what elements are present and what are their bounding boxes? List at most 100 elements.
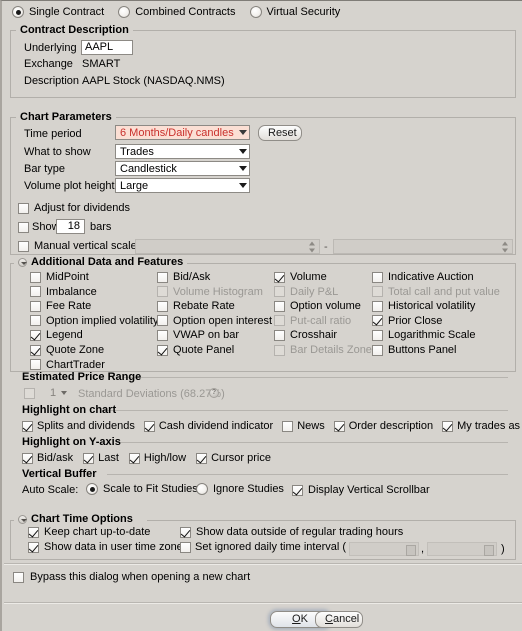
- feature-checkbox[interactable]: Rebate Rate: [157, 300, 235, 312]
- display-vertical-scrollbar-label: Display Vertical Scrollbar: [308, 484, 430, 496]
- exchange-value: SMART: [82, 58, 121, 70]
- highlight-on-yaxis-items: Bid/ask Last High/low Cursor price: [22, 452, 271, 464]
- time-picker-icon: [406, 545, 416, 556]
- underlying-input[interactable]: AAPL: [81, 40, 133, 55]
- feature-checkbox[interactable]: MidPoint: [30, 271, 89, 283]
- reset-button[interactable]: Reset: [258, 125, 302, 141]
- feature-checkbox[interactable]: Fee Rate: [30, 300, 91, 312]
- time-period-combo[interactable]: 6 Months/Daily candles: [115, 125, 250, 140]
- chart-parameters-rule-right: [109, 117, 516, 118]
- contract-description-title: Contract Description: [16, 24, 133, 36]
- feature-checkbox[interactable]: Legend: [30, 329, 83, 341]
- radio-scale-to-fit-studies[interactable]: Scale to Fit Studies: [86, 483, 198, 495]
- radio-virtual-security[interactable]: Virtual Security: [249, 6, 341, 18]
- chart-parameters-title: Chart Parameters: [16, 111, 116, 123]
- what-to-show-combo[interactable]: Trades: [115, 144, 250, 159]
- collapse-icon[interactable]: [18, 514, 27, 524]
- highlight-checkbox-label: My trades as: [457, 420, 521, 432]
- radio-ignore-studies-indicator: [196, 483, 208, 495]
- feature-checkbox[interactable]: Logarithmic Scale: [372, 329, 475, 341]
- highlight-checkbox[interactable]: My trades as: [442, 420, 520, 432]
- highlight-checkbox[interactable]: Cursor price: [196, 452, 271, 464]
- exchange-label: Exchange: [24, 58, 73, 70]
- highlight-checkbox[interactable]: Bid/ask: [22, 452, 73, 464]
- feature-checkbox[interactable]: Imbalance: [30, 286, 97, 298]
- radio-combined-contracts[interactable]: Combined Contracts: [118, 6, 236, 18]
- feature-checkbox-box: [30, 344, 41, 356]
- adjust-for-dividends-checkbox[interactable]: Adjust for dividends: [18, 202, 130, 214]
- feature-checkbox[interactable]: Indicative Auction: [372, 271, 474, 283]
- chart-time-options-title: Chart Time Options: [31, 513, 133, 525]
- feature-checkbox-box: [372, 300, 383, 312]
- highlight-checkbox[interactable]: Last: [83, 452, 119, 464]
- feature-checkbox[interactable]: Crosshair: [274, 329, 337, 341]
- feature-checkbox-box: [274, 315, 285, 327]
- bypass-dialog-label: Bypass this dialog when opening a new ch…: [30, 571, 251, 583]
- ignored-interval-start-input[interactable]: [349, 542, 419, 556]
- radio-virtual-security-label: Virtual Security: [266, 6, 341, 18]
- feature-checkbox[interactable]: Bid/Ask: [157, 271, 210, 283]
- radio-ignore-studies[interactable]: Ignore Studies: [196, 483, 284, 495]
- help-icon[interactable]: [209, 388, 219, 398]
- feature-checkbox[interactable]: VWAP on bar: [157, 329, 239, 341]
- adjust-for-dividends-label: Adjust for dividends: [34, 202, 130, 214]
- manual-vertical-scale-box: [18, 240, 29, 252]
- feature-checkbox[interactable]: ChartTrader: [30, 359, 105, 371]
- bars-count-input[interactable]: 18: [56, 219, 85, 234]
- feature-checkbox[interactable]: Option open interest: [157, 315, 272, 327]
- radio-single-contract-indicator: [12, 6, 24, 18]
- estimated-price-range-checkbox[interactable]: [24, 388, 35, 399]
- bypass-dialog-checkbox[interactable]: Bypass this dialog when opening a new ch…: [13, 571, 250, 583]
- feature-checkbox: Bar Details Zone: [274, 344, 372, 356]
- highlight-checkbox[interactable]: High/low: [128, 452, 186, 464]
- manual-scale-max-spinner[interactable]: [333, 239, 513, 254]
- radio-single-contract[interactable]: Single Contract: [12, 6, 104, 18]
- ignored-interval-end-input[interactable]: [427, 542, 497, 556]
- keep-chart-up-to-date-box: [28, 526, 39, 538]
- show-bars-checkbox[interactable]: Show: [18, 221, 60, 233]
- feature-checkbox[interactable]: Quote Panel: [157, 344, 234, 356]
- show-user-time-zone-box: [28, 541, 39, 553]
- feature-checkbox[interactable]: Option implied volatility: [30, 315, 159, 327]
- highlight-checkbox[interactable]: Order description: [333, 420, 433, 432]
- feature-checkbox[interactable]: Quote Zone: [30, 344, 104, 356]
- set-ignored-interval-label: Set ignored daily time interval (: [195, 541, 347, 553]
- chart-time-options-title-wrap[interactable]: Chart Time Options: [14, 513, 137, 525]
- highlight-checkbox[interactable]: Cash dividend indicator: [143, 420, 273, 432]
- feature-checkbox[interactable]: Buttons Panel: [372, 344, 457, 356]
- show-outside-rth-label: Show data outside of regular trading hou…: [196, 526, 404, 538]
- vertical-buffer-rule: [107, 474, 508, 475]
- feature-checkbox-box: [274, 344, 285, 356]
- highlight-checkbox-label: News: [297, 420, 325, 432]
- feature-checkbox-box: [30, 359, 41, 371]
- feature-checkbox-label: Option implied volatility: [46, 314, 159, 327]
- bar-type-combo[interactable]: Candlestick: [115, 161, 250, 176]
- highlight-checkbox[interactable]: Splits and dividends: [22, 420, 135, 432]
- collapse-icon[interactable]: [18, 257, 27, 267]
- show-user-time-zone-checkbox[interactable]: Show data in user time zone: [28, 541, 183, 553]
- time-picker-icon: [484, 545, 494, 556]
- highlight-checkbox[interactable]: News: [282, 420, 325, 432]
- feature-checkbox[interactable]: Option volume: [274, 300, 361, 312]
- feature-checkbox[interactable]: Historical volatility: [372, 300, 475, 312]
- highlight-checkbox-box: [196, 452, 208, 464]
- show-outside-rth-checkbox[interactable]: Show data outside of regular trading hou…: [180, 526, 403, 538]
- volume-plot-height-combo[interactable]: Large: [115, 178, 250, 193]
- additional-data-title-wrap[interactable]: Additional Data and Features: [14, 256, 188, 268]
- estimated-price-range-box: [24, 388, 35, 399]
- feature-checkbox[interactable]: Volume: [274, 271, 327, 283]
- chevron-down-icon: [239, 149, 247, 154]
- std-dev-combo[interactable]: 1: [50, 387, 68, 399]
- cancel-button[interactable]: Cancel: [315, 611, 363, 628]
- highlight-on-yaxis-rule: [119, 442, 508, 443]
- manual-vertical-scale-checkbox[interactable]: Manual vertical scale: [18, 240, 137, 252]
- set-ignored-interval-checkbox[interactable]: Set ignored daily time interval (: [180, 541, 346, 553]
- feature-checkbox[interactable]: Prior Close: [372, 315, 442, 327]
- std-dev-label: Standard Deviations (68.27%): [78, 388, 225, 400]
- feature-checkbox-label: MidPoint: [46, 271, 89, 283]
- radio-combined-contracts-label: Combined Contracts: [135, 6, 236, 18]
- keep-chart-up-to-date-checkbox[interactable]: Keep chart up-to-date: [28, 526, 150, 538]
- manual-scale-min-spinner[interactable]: [135, 239, 320, 254]
- spinner-arrows-icon: [309, 241, 316, 252]
- display-vertical-scrollbar-checkbox[interactable]: Display Vertical Scrollbar: [292, 484, 430, 496]
